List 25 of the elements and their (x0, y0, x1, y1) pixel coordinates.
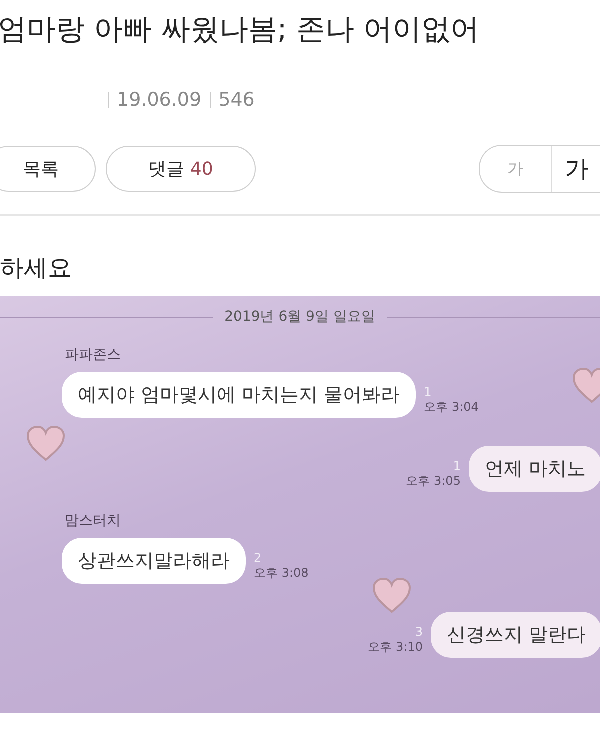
unread-count: 3 (415, 625, 423, 640)
message-time: 오후 3:05 (406, 474, 461, 488)
post-title: 엄마랑 아빠 싸웠나봄; 존나 어이없어 (0, 11, 481, 48)
unread-count: 2 (254, 551, 263, 566)
unread-count: 1 (453, 459, 461, 474)
message-bubble: 예지야 엄마몇시에 마치는지 물어봐라 (62, 372, 416, 418)
view-count: 546 (218, 89, 255, 111)
unread-count: 1 (424, 385, 433, 400)
post-date: 19.06.09 (117, 89, 202, 111)
sender-name: 파파존스 (64, 346, 122, 365)
message-bubble: 상관쓰지말라해라 (62, 538, 246, 584)
message-bubble: 언제 마치노 (468, 446, 600, 492)
message-time: 오후 3:04 (424, 400, 479, 414)
comments-button[interactable]: 댓글 40 (106, 146, 256, 192)
chat-date: 2019년 6월 9일 일요일 (224, 308, 376, 326)
message-time: 오후 3:08 (254, 566, 309, 580)
body-text: 하세요 (0, 253, 73, 284)
list-button[interactable]: 목록 (0, 146, 96, 192)
message-time: 오후 3:10 (368, 640, 423, 654)
heart-icon (372, 578, 412, 614)
font-increase-button[interactable]: 가 (552, 146, 600, 192)
heart-icon (572, 368, 600, 404)
heart-icon (26, 426, 66, 462)
message-bubble: 신경쓰지 말란다 (430, 612, 600, 658)
sender-name: 맘스터치 (64, 512, 122, 531)
